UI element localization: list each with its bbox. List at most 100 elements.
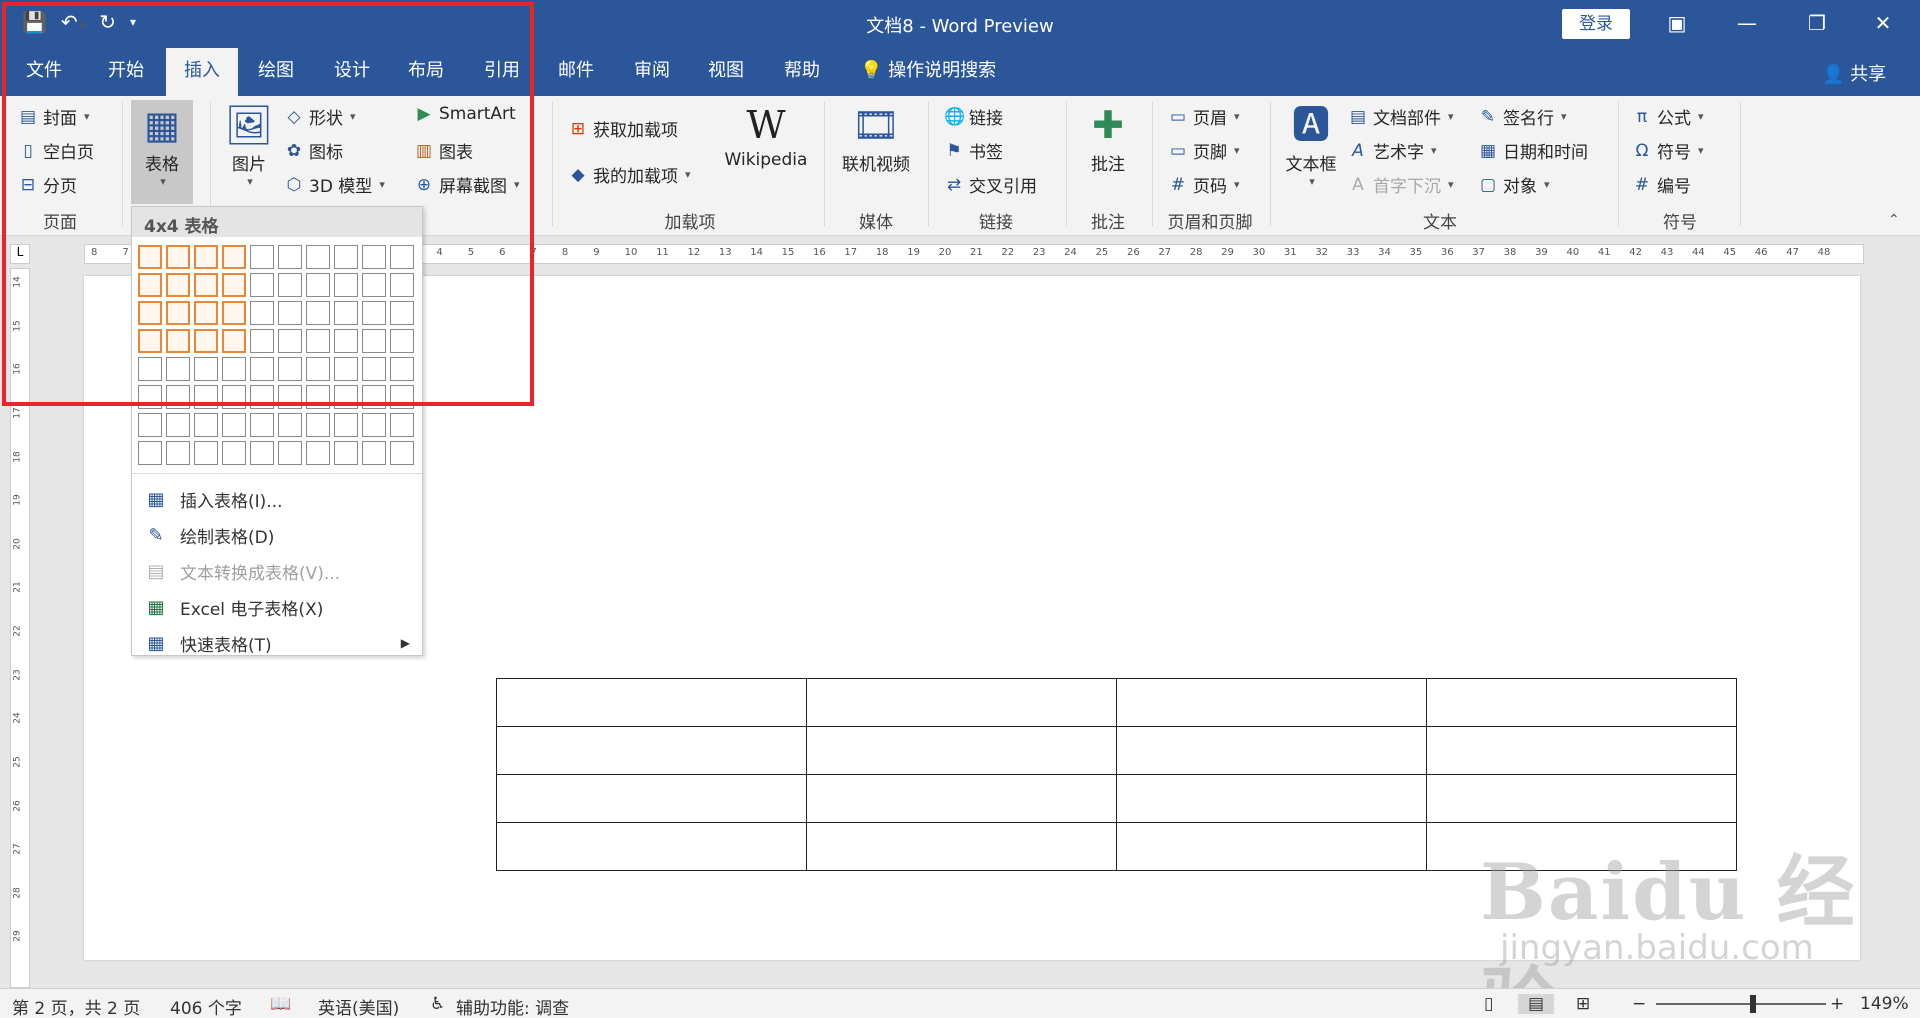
- print-layout-icon[interactable]: ▤: [1518, 994, 1555, 1014]
- drop-cap-button[interactable]: A 首字下沉 ▾: [1348, 172, 1453, 198]
- footer-button[interactable]: ▭ 页脚 ▾: [1168, 138, 1240, 164]
- table-grid-cell[interactable]: [306, 329, 330, 353]
- table-grid-cell[interactable]: [306, 385, 330, 409]
- table-grid-cell[interactable]: [138, 413, 162, 437]
- tab-help[interactable]: 帮助: [772, 48, 832, 96]
- table-grid-cell[interactable]: [390, 413, 414, 437]
- table-grid-cell[interactable]: [138, 329, 162, 353]
- table-button[interactable]: ▦ 表格 ▾: [131, 100, 193, 204]
- table-grid-cell[interactable]: [194, 245, 218, 269]
- table-grid-cell[interactable]: [390, 245, 414, 269]
- link-button[interactable]: 🌐 链接: [944, 104, 1003, 130]
- wikipedia-button[interactable]: W Wikipedia: [716, 100, 816, 170]
- collapse-ribbon-icon[interactable]: ⌃: [1888, 212, 1900, 228]
- word-count[interactable]: 406 个字: [170, 994, 242, 1018]
- table-cell[interactable]: [1116, 774, 1427, 823]
- vertical-ruler[interactable]: 14 15 16 17 18 19 20 21 22 23 24 25 26 27 28 29: [10, 268, 30, 988]
- table-cell[interactable]: [1116, 726, 1427, 775]
- table-grid-cell[interactable]: [166, 385, 190, 409]
- table-grid-cell[interactable]: [222, 357, 246, 381]
- number-button[interactable]: # 编号: [1632, 172, 1691, 198]
- textbox-button[interactable]: 🅰 文本框 ▾: [1280, 100, 1342, 188]
- table-grid-cell[interactable]: [278, 357, 302, 381]
- zoom-slider[interactable]: [1656, 1003, 1826, 1005]
- tab-layout[interactable]: 布局: [396, 48, 456, 96]
- tab-home[interactable]: 开始: [96, 48, 156, 96]
- table-grid-cell[interactable]: [166, 245, 190, 269]
- page-count[interactable]: 第 2 页，共 2 页: [12, 994, 140, 1018]
- table-grid-cell[interactable]: [334, 273, 358, 297]
- object-button[interactable]: ▢ 对象 ▾: [1478, 172, 1550, 198]
- symbol-button[interactable]: Ω 符号 ▾: [1632, 138, 1704, 164]
- table-grid-cell[interactable]: [306, 441, 330, 465]
- table-grid-cell[interactable]: [278, 441, 302, 465]
- table-grid-cell[interactable]: [138, 441, 162, 465]
- table-cell[interactable]: [806, 822, 1117, 871]
- equation-button[interactable]: π 公式 ▾: [1632, 104, 1704, 130]
- table-grid-cell[interactable]: [362, 329, 386, 353]
- tab-draw[interactable]: 绘图: [246, 48, 306, 96]
- cross-reference-button[interactable]: ⇄ 交叉引用: [944, 172, 1037, 198]
- table-grid-cell[interactable]: [194, 301, 218, 325]
- table-grid-cell[interactable]: [222, 329, 246, 353]
- table-cell[interactable]: [1426, 678, 1737, 727]
- table-cell[interactable]: [496, 822, 807, 871]
- redo-icon[interactable]: ↻: [99, 10, 116, 34]
- zoom-in-icon[interactable]: +: [1830, 994, 1844, 1014]
- table-grid-cell[interactable]: [278, 413, 302, 437]
- quick-parts-button[interactable]: ▤ 文档部件 ▾: [1348, 104, 1454, 130]
- chart-button[interactable]: ▥ 图表: [414, 138, 473, 164]
- table-grid-cell[interactable]: [166, 357, 190, 381]
- page-number-button[interactable]: # 页码 ▾: [1168, 172, 1240, 198]
- table-grid-cell[interactable]: [278, 329, 302, 353]
- table-grid-cell[interactable]: [250, 441, 274, 465]
- table-cell[interactable]: [806, 774, 1117, 823]
- table-cell[interactable]: [496, 678, 807, 727]
- zoom-out-icon[interactable]: −: [1632, 994, 1646, 1014]
- bookmark-button[interactable]: ⚑ 书签: [944, 138, 1003, 164]
- table-grid-cell[interactable]: [250, 357, 274, 381]
- table-cell[interactable]: [806, 726, 1117, 775]
- share-button[interactable]: 👤 共享: [1822, 60, 1886, 86]
- table-grid-cell[interactable]: [390, 273, 414, 297]
- table-grid-cell[interactable]: [334, 329, 358, 353]
- table-grid-cell[interactable]: [222, 441, 246, 465]
- table-grid-cell[interactable]: [306, 357, 330, 381]
- table-grid-cell[interactable]: [194, 413, 218, 437]
- convert-text-to-table-menu-item[interactable]: ▤ 文本转换成表格(V)...: [132, 553, 422, 589]
- read-mode-icon[interactable]: ▯: [1484, 994, 1493, 1014]
- restore-icon[interactable]: ❐: [1786, 0, 1848, 48]
- table-grid-cell[interactable]: [222, 245, 246, 269]
- table-grid-cell[interactable]: [194, 385, 218, 409]
- blank-page-button[interactable]: ▯ 空白页: [18, 138, 94, 164]
- table-grid-cell[interactable]: [166, 441, 190, 465]
- tab-selector[interactable]: L: [10, 244, 30, 264]
- screenshot-button[interactable]: ⊕ 屏幕截图 ▾: [414, 172, 520, 198]
- table-cell[interactable]: [1426, 822, 1737, 871]
- table-grid-cell[interactable]: [250, 385, 274, 409]
- table-grid-cell[interactable]: [278, 273, 302, 297]
- icons-button[interactable]: ✿ 图标: [284, 138, 343, 164]
- tab-review[interactable]: 审阅: [622, 48, 682, 96]
- minimize-icon[interactable]: —: [1716, 0, 1778, 48]
- page-break-button[interactable]: ⊟ 分页: [18, 172, 77, 198]
- table-grid-cell[interactable]: [362, 245, 386, 269]
- 3d-model-button[interactable]: ⬡ 3D 模型 ▾: [284, 172, 385, 198]
- table-grid-cell[interactable]: [362, 357, 386, 381]
- table-grid-cell[interactable]: [334, 357, 358, 381]
- table-grid-cell[interactable]: [306, 273, 330, 297]
- table-cell[interactable]: [496, 726, 807, 775]
- table-grid-cell[interactable]: [306, 413, 330, 437]
- table-grid-cell[interactable]: [222, 301, 246, 325]
- tell-me-search[interactable]: 💡 操作说明搜索: [860, 48, 1030, 96]
- table-cell[interactable]: [496, 774, 807, 823]
- table-grid-cell[interactable]: [138, 385, 162, 409]
- table-grid-cell[interactable]: [194, 329, 218, 353]
- table-grid-cell[interactable]: [362, 301, 386, 325]
- table-grid-cell[interactable]: [250, 273, 274, 297]
- table-grid-cell[interactable]: [278, 385, 302, 409]
- customize-qat-icon[interactable]: ▾: [130, 15, 136, 29]
- table-cell[interactable]: [1116, 822, 1427, 871]
- proofing-icon[interactable]: 📖: [270, 994, 291, 1014]
- table-grid-cell[interactable]: [222, 413, 246, 437]
